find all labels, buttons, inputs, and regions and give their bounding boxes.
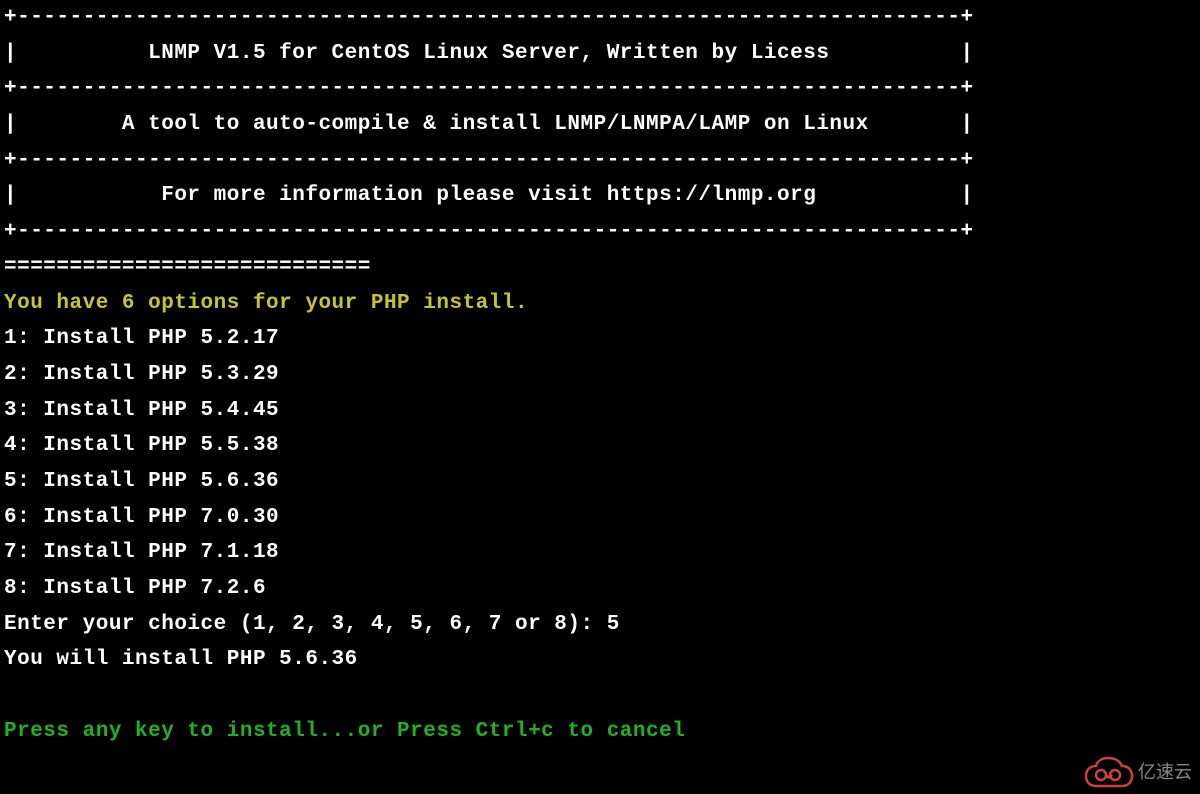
choice-line: Enter your choice (1, 2, 3, 4, 5, 6, 7 o… xyxy=(4,607,1196,643)
continue-prompt: Press any key to install...or Press Ctrl… xyxy=(4,714,1196,750)
box-border-mid1: +---------------------------------------… xyxy=(4,71,1196,107)
php-option-2: 2: Install PHP 5.3.29 xyxy=(4,357,1196,393)
box-border-bottom: +---------------------------------------… xyxy=(4,214,1196,250)
php-option-4: 4: Install PHP 5.5.38 xyxy=(4,428,1196,464)
php-option-5: 5: Install PHP 5.6.36 xyxy=(4,464,1196,500)
watermark-text: 亿速云 xyxy=(1138,757,1192,788)
separator: ============================ xyxy=(4,250,1196,286)
php-option-6: 6: Install PHP 7.0.30 xyxy=(4,500,1196,536)
box-border-mid2: +---------------------------------------… xyxy=(4,143,1196,179)
php-option-8: 8: Install PHP 7.2.6 xyxy=(4,571,1196,607)
options-heading: You have 6 options for your PHP install. xyxy=(4,286,1196,322)
box-title: | LNMP V1.5 for CentOS Linux Server, Wri… xyxy=(4,36,1196,72)
confirmation-text: You will install PHP 5.6.36 xyxy=(4,642,1196,678)
box-border-top: +---------------------------------------… xyxy=(4,0,1196,36)
php-option-7: 7: Install PHP 7.1.18 xyxy=(4,535,1196,571)
php-option-3: 3: Install PHP 5.4.45 xyxy=(4,393,1196,429)
box-info: | For more information please visit http… xyxy=(4,178,1196,214)
php-option-1: 1: Install PHP 5.2.17 xyxy=(4,321,1196,357)
terminal-output[interactable]: +---------------------------------------… xyxy=(0,0,1200,749)
watermark: 亿速云 xyxy=(1082,756,1192,788)
box-subtitle: | A tool to auto-compile & install LNMP/… xyxy=(4,107,1196,143)
cloud-icon xyxy=(1082,756,1134,788)
choice-prompt-text: Enter your choice (1, 2, 3, 4, 5, 6, 7 o… xyxy=(4,613,607,636)
blank-line xyxy=(4,678,1196,714)
choice-input[interactable]: 5 xyxy=(607,613,620,636)
